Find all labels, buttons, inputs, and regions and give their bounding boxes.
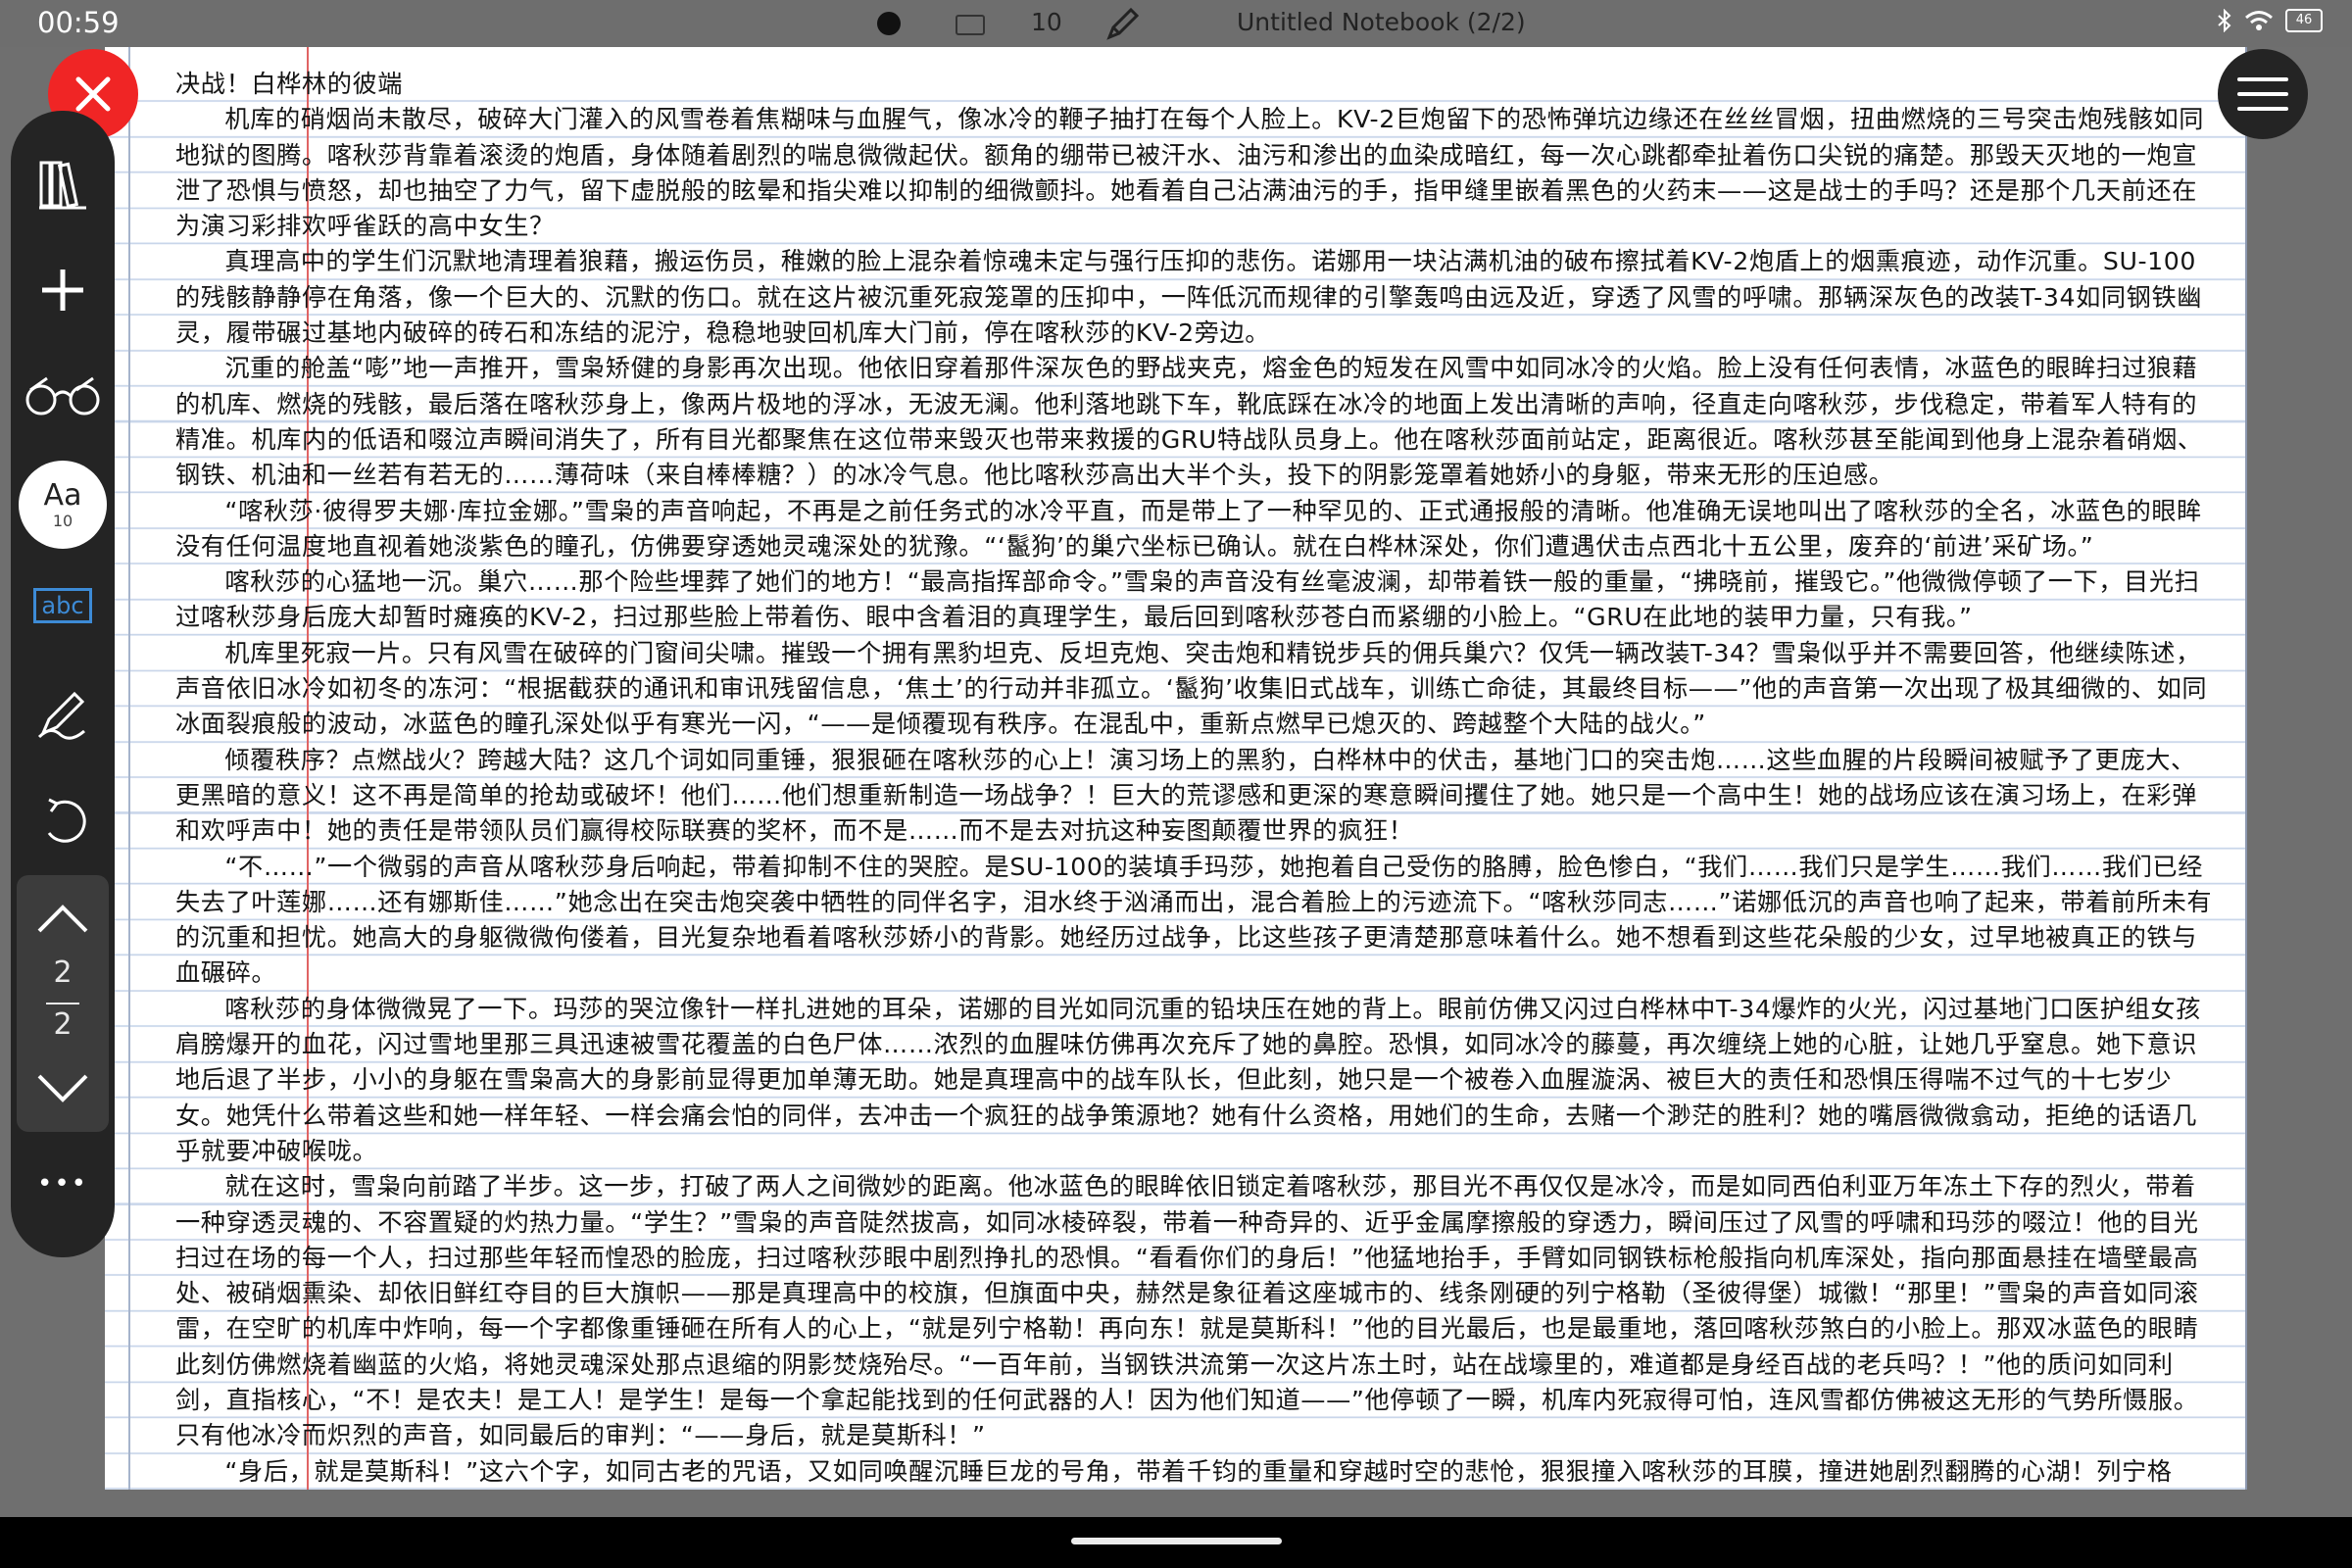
- undo-icon: [47, 798, 86, 843]
- more-icon: •••: [36, 1169, 88, 1199]
- page-up-button[interactable]: [17, 875, 109, 963]
- font-size-value: 10: [52, 511, 74, 530]
- pen-icon[interactable]: [1103, 4, 1143, 47]
- hamburger-icon: [2237, 77, 2288, 111]
- chevron-down-icon: [37, 1074, 88, 1102]
- paragraph: “喀秋莎·彼得罗夫娜·库拉金娜。”雪枭的声音响起，不再是之前任务式的冰冷平直，而…: [175, 496, 2202, 561]
- page-down-button[interactable]: [17, 1044, 109, 1132]
- library-icon: [39, 161, 86, 210]
- home-indicator[interactable]: [1071, 1538, 1282, 1544]
- wifi-icon: [2245, 11, 2273, 30]
- font-size-button[interactable]: Aa 10: [19, 461, 107, 549]
- undo-button[interactable]: [11, 777, 115, 865]
- pen-color-swatch[interactable]: [877, 12, 901, 35]
- pen-size-value[interactable]: 10: [1031, 8, 1062, 36]
- paragraph: 喀秋莎的身体微微晃了一下。玛莎的哭泣像针一样扎进她的耳朵，诺娜的目光如同沉重的铅…: [175, 994, 2201, 1165]
- text-tool-icon: abc: [33, 588, 92, 623]
- paragraph: 沉重的舱盖“嘭”地一声推开，雪枭矫健的身影再次出现。他依旧穿着那件深灰色的野战夹…: [175, 354, 2203, 490]
- battery-icon: 46: [2285, 9, 2323, 32]
- bluetooth-icon: [2218, 9, 2231, 32]
- paragraph: “身后，就是莫斯科！”这六个字，如同古老的咒语，又如同唤醒沉睡巨龙的号角，带着千…: [224, 1456, 2173, 1486]
- page-divider: [46, 1003, 79, 1004]
- story-title: 决战！白桦林的彼端: [175, 70, 404, 98]
- text-tool-button[interactable]: abc: [11, 562, 115, 650]
- page-navigator: 2 2: [17, 875, 109, 1132]
- notebook-text[interactable]: 决战！白桦林的彼端 机库的硝烟尚未散尽，破碎大门灌入的风雪卷着焦糊味与血腥气，像…: [175, 67, 2214, 1490]
- add-page-button[interactable]: [11, 246, 115, 334]
- page-left-edge: [128, 47, 130, 1490]
- status-bar: 00:59 10 Untitled Notebook (2/2) 46: [0, 0, 2352, 47]
- keyboard-icon[interactable]: [956, 15, 985, 35]
- paragraph: 倾覆秩序？点燃战火？跨越大陆？这几个词如同重锤，狠狠砸在喀秋莎的心上！演习场上的…: [175, 745, 2197, 846]
- font-label: Aa: [43, 477, 82, 513]
- handwriting-tool-button[interactable]: [11, 669, 115, 758]
- paragraph: 机库的硝烟尚未散尽，破碎大门灌入的风雪卷着焦糊味与血腥气，像冰冷的鞭子抽打在每个…: [175, 105, 2205, 241]
- page-right-edge: [2245, 47, 2247, 1490]
- menu-button[interactable]: [2218, 49, 2308, 139]
- handwriting-icon: [37, 691, 85, 740]
- system-icons: 46: [2217, 9, 2323, 32]
- left-toolbar: Aa 10 abc 2 2 •••: [11, 111, 115, 1257]
- plus-icon: [42, 270, 83, 311]
- glasses-icon: [25, 376, 100, 416]
- clock: 00:59: [37, 6, 120, 39]
- paragraph: 真理高中的学生们沉默地清理着狼藉，搬运伤员，稚嫩的脸上混杂着惊魂未定与强行压抑的…: [175, 247, 2203, 348]
- more-button[interactable]: •••: [11, 1140, 115, 1228]
- close-icon: [75, 76, 111, 112]
- notebook-page[interactable]: 决战！白桦林的彼端 机库的硝烟尚未散尽，破碎大门灌入的风雪卷着焦糊味与血腥气，像…: [105, 47, 2247, 1490]
- current-page: 2: [53, 956, 73, 990]
- paragraph: 机库里死寂一片。只有风雪在破碎的门窗间尖啸。摧毁一个拥有黑豹坦克、反坦克炮、突击…: [175, 638, 2208, 739]
- paragraph: 就在这时，雪枭向前踏了半步。这一步，打破了两人之间微妙的距离。他冰蓝色的眼眸依旧…: [175, 1172, 2199, 1450]
- paragraph: 喀秋莎的心猛地一沉。巢穴……那个险些埋葬了她们的地方！“最高指挥部命令。”雪枭的…: [175, 567, 2200, 632]
- library-button[interactable]: [11, 140, 115, 228]
- notebook-title: Untitled Notebook (2/2): [1237, 8, 1526, 36]
- view-mode-button[interactable]: [11, 352, 115, 440]
- paragraph: “不……”一个微弱的声音从喀秋莎身后响起，带着抑制不住的哭腔。是SU-100的装…: [175, 852, 2213, 988]
- total-pages: 2: [53, 1007, 73, 1042]
- chevron-up-icon: [37, 905, 88, 933]
